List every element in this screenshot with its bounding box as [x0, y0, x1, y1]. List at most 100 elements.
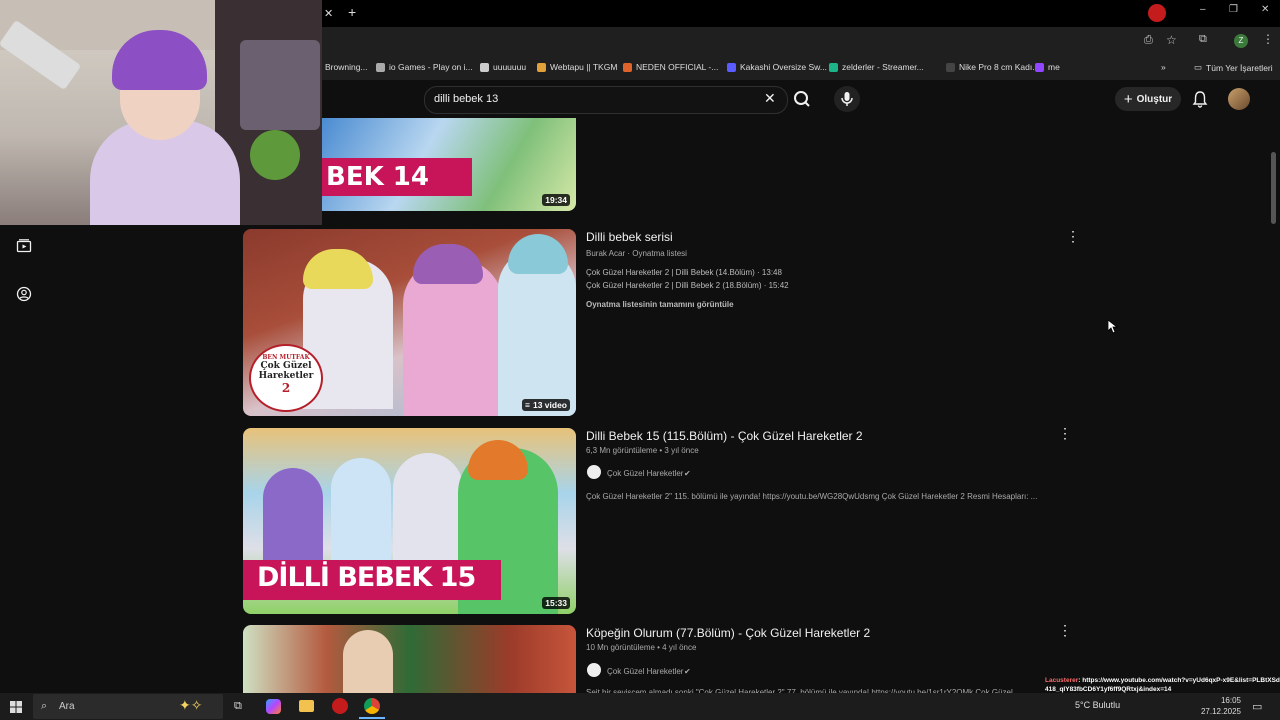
more-bookmarks-icon[interactable]: » [1161, 62, 1166, 72]
chat-message: Lacusterer: https://www.youtube.com/watc… [1045, 676, 1280, 694]
playlist-item[interactable]: Çok Güzel Hareketler 2 | Dilli Bebek 2 (… [586, 281, 789, 290]
video-thumbnail-top[interactable]: BEK 14 19:34 [322, 118, 576, 211]
taskbar-search-placeholder: Ara [59, 701, 75, 712]
clear-search-icon[interactable]: ✕ [764, 90, 776, 107]
bookmark-item[interactable]: NEDEN OFFICIAL -... [623, 62, 718, 72]
view-full-playlist-link[interactable]: Oynatma listesinin tamamını görüntüle [586, 300, 734, 309]
clock-date[interactable]: 27.12.2025 [1197, 707, 1241, 716]
video-title[interactable]: Köpeğin Olurum (77.Bölüm) - Çok Güzel Ha… [586, 626, 870, 640]
browser-menu-icon[interactable]: ⋮ [1262, 32, 1274, 46]
webcam-overlay [0, 0, 322, 225]
close-tab-icon[interactable]: ✕ [324, 7, 333, 20]
new-tab-icon[interactable]: + [348, 4, 356, 20]
close-window-icon[interactable]: ✕ [1261, 4, 1269, 15]
bell-icon [1192, 91, 1208, 108]
more-actions-icon[interactable]: ⋮ [1058, 426, 1072, 440]
extension-logo-icon[interactable] [1148, 4, 1166, 22]
voice-search-button[interactable] [834, 86, 860, 112]
folder-icon: ▭ [1194, 62, 1203, 72]
thumbnail-text: BEK 14 [326, 162, 429, 192]
bookmark-label: Browning... [325, 62, 368, 72]
channel-name[interactable]: Çok Güzel Hareketler [607, 469, 683, 478]
profile-avatar[interactable]: Z [1234, 34, 1248, 48]
plus-icon: + [1123, 90, 1133, 108]
sidebar-your-account[interactable] [16, 286, 32, 307]
search-icon: ⌕ [41, 700, 48, 712]
bookmark-star-icon[interactable]: ☆ [1166, 33, 1177, 47]
playlist-item[interactable]: Çok Güzel Hareketler 2 | Dilli Bebek (14… [586, 268, 782, 277]
taskbar-search-box[interactable]: ⌕ Ara ✦✧ [33, 694, 223, 719]
thumbnail-text: DİLLİ BEBEK 15 [257, 562, 476, 593]
bookmark-favicon-icon [623, 62, 632, 72]
task-view-icon[interactable]: ⧉ [234, 700, 242, 713]
bookmark-favicon-icon [376, 62, 385, 72]
all-bookmarks-folder[interactable]: ▭ Tüm Yer İşaretleri [1194, 62, 1273, 73]
create-button[interactable]: + Oluştur [1115, 87, 1181, 111]
logo-top-text: BEN MUTFAK [262, 354, 310, 361]
restore-icon[interactable]: ❐ [1229, 4, 1238, 15]
playlist-channel-line[interactable]: Burak Acar · Oynatma listesi [586, 249, 687, 258]
search-input-value[interactable]: dilli bebek 13 [434, 93, 498, 105]
bookmark-favicon-icon [829, 62, 838, 72]
video-thumbnail[interactable] [243, 625, 576, 693]
minimize-icon[interactable]: – [1200, 4, 1206, 15]
page-scrollbar[interactable] [1271, 152, 1276, 224]
bookmark-favicon-icon [1035, 62, 1044, 72]
mouse-cursor-icon [1107, 319, 1119, 339]
bookmark-item[interactable]: uuuuuuu [480, 62, 526, 72]
bookmark-item[interactable]: zelderler - Streamer... [829, 62, 924, 72]
verified-icon: ✔ [684, 667, 691, 676]
channel-avatar[interactable] [587, 465, 601, 479]
duration-badge: 15:33 [542, 597, 570, 609]
search-button[interactable] [786, 86, 822, 112]
notification-center-icon[interactable]: ▭ [1252, 700, 1262, 713]
chrome-icon[interactable] [364, 698, 380, 714]
search-icon [794, 91, 810, 107]
bookmark-label: Webtapu || TKGM [550, 62, 618, 72]
weather-text[interactable]: 5°C Bulutlu [1075, 700, 1120, 710]
bookmark-label: me [1048, 62, 1060, 72]
bookmark-label: io Games - Play on i... [389, 62, 473, 72]
windows-start-icon[interactable] [10, 700, 22, 718]
sidebar-your-videos[interactable] [16, 238, 32, 259]
bookmark-favicon-icon [727, 62, 736, 72]
account-avatar[interactable] [1228, 88, 1250, 110]
bookmark-label: Kakashi Oversize Sw... [740, 62, 827, 72]
bookmark-item[interactable]: io Games - Play on i... [376, 62, 473, 72]
app-icon[interactable] [332, 698, 348, 714]
playlist-icon: ≡ [525, 400, 530, 410]
copilot-icon[interactable] [266, 699, 281, 714]
install-app-icon[interactable]: ⎙ [1144, 34, 1153, 47]
video-thumbnail[interactable]: DİLLİ BEBEK 15 15:33 [243, 428, 576, 614]
bookmark-favicon-icon [537, 62, 546, 72]
bookmark-item[interactable]: me [1035, 62, 1060, 72]
playlist-thumbnail[interactable]: BEN MUTFAK Çok Güzel Hareketler 2 ≡ 13 v… [243, 229, 576, 416]
bookmark-item[interactable]: Browning... [325, 62, 368, 72]
duration-badge: 19:34 [542, 194, 570, 206]
bookmark-item[interactable]: Nike Pro 8 cm Kadı... [946, 62, 1039, 72]
notifications-button[interactable] [1192, 90, 1208, 113]
more-actions-icon[interactable]: ⋮ [1066, 229, 1080, 243]
more-actions-icon[interactable]: ⋮ [1058, 623, 1072, 637]
chat-text: : https://www.youtube.com/watch?v=yUd6qx… [1045, 677, 1280, 693]
video-description: Çok Güzel Hareketler 2" 115. bölümü ile … [586, 492, 1038, 501]
bookmark-label: NEDEN OFFICIAL -... [636, 62, 719, 72]
show-logo: BEN MUTFAK Çok Güzel Hareketler 2 [249, 344, 323, 412]
verified-icon: ✔ [684, 469, 691, 478]
video-library-icon [16, 239, 32, 253]
channel-avatar[interactable] [587, 663, 601, 677]
playlist-title[interactable]: Dilli bebek serisi [586, 230, 673, 244]
extensions-icon[interactable]: ⧉ [1199, 33, 1207, 46]
clock-time[interactable]: 16:05 [1205, 696, 1241, 705]
file-explorer-icon[interactable] [299, 700, 314, 712]
microphone-icon [841, 92, 853, 106]
all-bookmarks-label: Tüm Yer İşaretleri [1206, 62, 1273, 73]
video-title[interactable]: Dilli Bebek 15 (115.Bölüm) - Çok Güzel H… [586, 429, 863, 443]
bookmark-item[interactable]: Kakashi Oversize Sw... [727, 62, 827, 72]
playlist-count: 13 video [532, 400, 567, 410]
channel-name[interactable]: Çok Güzel Hareketler [607, 667, 683, 676]
bookmark-item[interactable]: Webtapu || TKGM [537, 62, 617, 72]
search-highlight-icon: ✦✧ [179, 697, 203, 713]
bookmark-favicon-icon [480, 62, 489, 72]
playlist-count-badge: ≡ 13 video [522, 399, 570, 411]
